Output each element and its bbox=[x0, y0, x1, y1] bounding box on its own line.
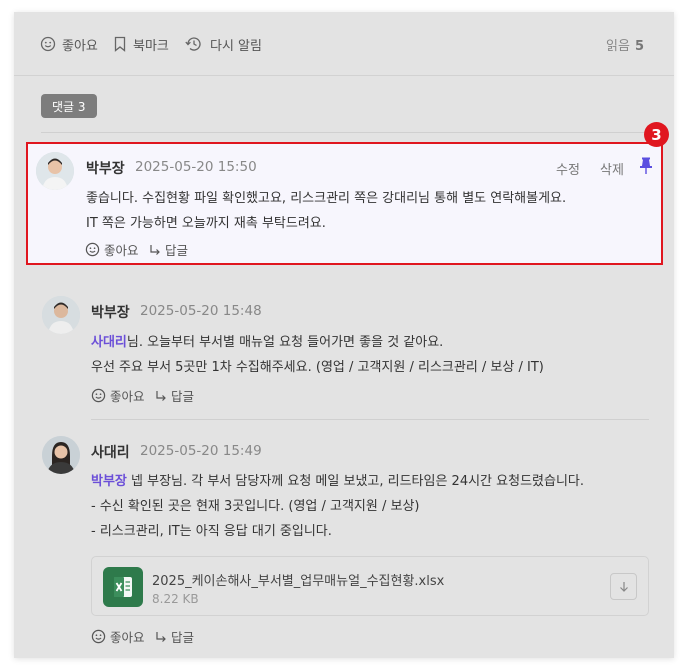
comment-text-line: 우선 주요 부서 5곳만 1차 수집해주세요. (영업 / 고객지원 / 리스크… bbox=[91, 360, 544, 375]
smile-icon bbox=[91, 388, 106, 403]
download-arrow-icon bbox=[619, 581, 628, 592]
comment-reply-button[interactable]: 답글 bbox=[155, 386, 194, 405]
avatar bbox=[42, 296, 80, 334]
comment-text-line: - 수신 확인된 곳은 현재 3곳입니다. (영업 / 고객지원 / 보상) bbox=[91, 499, 420, 514]
attachment-file-name[interactable]: 2025_케이손해사_부서별_업무매뉴얼_수집현황.xlsx bbox=[152, 570, 444, 589]
clock-refresh-icon bbox=[185, 37, 201, 51]
like-button[interactable]: 좋아요 bbox=[40, 34, 98, 54]
bookmark-button[interactable]: 북마크 bbox=[113, 34, 169, 54]
comment-like-label: 좋아요 bbox=[110, 630, 145, 645]
comment-date: 2025-05-20 15:49 bbox=[140, 443, 262, 459]
read-count: 읽음 5 bbox=[606, 35, 644, 54]
step-marker-badge: 3 bbox=[644, 122, 669, 147]
remind-button[interactable]: 다시 알림 bbox=[184, 34, 262, 54]
mention-tag[interactable]: 박부장 bbox=[91, 474, 127, 489]
person-avatar-icon bbox=[36, 152, 74, 190]
comment-reply-label: 답글 bbox=[171, 630, 195, 645]
comment-like-button[interactable]: 좋아요 bbox=[85, 240, 139, 259]
comment-author: 박부장 bbox=[86, 161, 125, 177]
divider bbox=[41, 132, 661, 133]
smile-icon bbox=[91, 629, 106, 644]
bookmark-icon bbox=[114, 36, 126, 52]
comment-like-button[interactable]: 좋아요 bbox=[91, 386, 145, 405]
excel-file-icon bbox=[103, 567, 143, 607]
comment-text-line: 박부장 넵 부장님. 각 부서 담당자께 요청 메일 보냈고, 리드타임은 24… bbox=[91, 474, 585, 489]
read-number: 5 bbox=[634, 39, 644, 54]
comment-author: 사대리 bbox=[91, 445, 130, 461]
person-avatar-icon bbox=[42, 296, 80, 334]
comment-date: 2025-05-20 15:50 bbox=[135, 159, 257, 175]
smile-icon bbox=[85, 242, 100, 257]
comment-reply-label: 답글 bbox=[165, 243, 189, 258]
read-label: 읽음 bbox=[606, 39, 630, 54]
edit-button[interactable]: 수정 bbox=[556, 159, 580, 178]
highlighted-comment: 박부장 2025-05-20 15:50 수정 삭제 좋습니다. 수집현황 파일… bbox=[26, 142, 663, 265]
comment-text-line: 좋습니다. 수집현황 파일 확인했고요, 리스크관리 쪽은 강대리님 통해 별도… bbox=[86, 191, 567, 206]
mention-tag[interactable]: 사대리 bbox=[91, 335, 127, 350]
download-button[interactable] bbox=[610, 573, 637, 600]
bookmark-label: 북마크 bbox=[133, 38, 169, 54]
comment-reply-button[interactable]: 답글 bbox=[155, 627, 194, 646]
reply-arrow-icon bbox=[156, 631, 166, 642]
comment-like-label: 좋아요 bbox=[110, 389, 145, 404]
attachment-file-size: 8.22 KB bbox=[152, 592, 199, 606]
pin-icon[interactable] bbox=[639, 157, 653, 175]
comment-text-line: - 리스크관리, IT는 아직 응답 대기 중입니다. bbox=[91, 524, 332, 539]
reply-arrow-icon bbox=[156, 390, 166, 401]
like-label: 좋아요 bbox=[62, 38, 98, 54]
comment-reply-button[interactable]: 답글 bbox=[149, 240, 188, 259]
post-action-bar: 좋아요 북마크 다시 알림 읽음 5 bbox=[14, 12, 674, 76]
comment-author: 박부장 bbox=[91, 305, 130, 321]
comment-text-line: IT 쪽은 가능하면 오늘까지 재촉 부탁드려요. bbox=[86, 216, 326, 231]
avatar bbox=[42, 436, 80, 474]
comment-like-button[interactable]: 좋아요 bbox=[91, 627, 145, 646]
comment-date: 2025-05-20 15:48 bbox=[140, 303, 262, 319]
reply-arrow-icon bbox=[150, 244, 160, 255]
comment-text-line: 사대리님. 오늘부터 부서별 매뉴얼 요청 들어가면 좋을 것 같아요. bbox=[91, 335, 444, 350]
attachment-card[interactable]: 2025_케이손해사_부서별_업무매뉴얼_수집현황.xlsx 8.22 KB bbox=[91, 556, 649, 616]
comment-like-label: 좋아요 bbox=[104, 243, 139, 258]
avatar bbox=[36, 152, 74, 190]
comment-count-badge: 댓글 3 bbox=[41, 94, 97, 118]
smile-icon bbox=[40, 36, 56, 52]
person-avatar-icon bbox=[42, 436, 80, 474]
remind-label: 다시 알림 bbox=[210, 38, 262, 54]
delete-button[interactable]: 삭제 bbox=[600, 159, 624, 178]
comment-reply-label: 답글 bbox=[171, 389, 195, 404]
divider bbox=[91, 419, 649, 420]
